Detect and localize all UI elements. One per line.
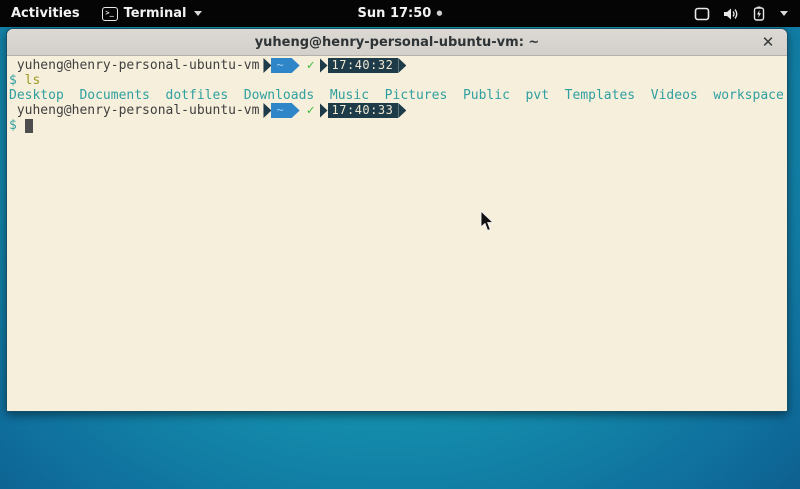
directory-name: Templates [565, 88, 635, 103]
directory-name: Pictures [385, 88, 448, 103]
shell-prompt-symbol: $ [9, 118, 17, 133]
prompt-time-segment: 17:40:32 [328, 58, 399, 73]
command-line: $ ls [9, 73, 785, 88]
powerline-prompt: ~ ✓ 17:40:33 [263, 103, 406, 118]
powerline-arrow-icon [320, 58, 328, 73]
notification-dot-icon: ● [436, 10, 442, 17]
prompt-path-segment: ~ [271, 58, 291, 73]
status-check-icon: ✓ [307, 58, 315, 73]
powerline-arrow-icon [263, 58, 271, 73]
ls-output-line: Desktop Documents dotfiles Downloads Mus… [9, 88, 785, 103]
powerline-arrow-icon [292, 103, 300, 118]
system-status-area[interactable] [694, 6, 800, 21]
prompt-user-host: yuheng@henry-personal-ubuntu-vm [9, 103, 259, 118]
prompt-path-segment: ~ [271, 103, 291, 118]
powerline-arrow-icon [263, 103, 271, 118]
directory-name: Downloads [244, 88, 314, 103]
typed-command: ls [25, 73, 41, 88]
directory-name: Public [463, 88, 510, 103]
prompt-time-segment: 17:40:33 [328, 103, 399, 118]
gnome-top-bar: Activities >_ Terminal Sun 17:50 ● [0, 0, 800, 27]
powerline-prompt: ~ ✓ 17:40:32 [263, 58, 406, 73]
prompt-line-2: yuheng@henry-personal-ubuntu-vm ~ ✓ 17:4… [9, 103, 785, 118]
directory-name: Desktop [9, 88, 64, 103]
status-check-icon: ✓ [307, 103, 315, 118]
terminal-app-icon: >_ [102, 7, 118, 21]
prompt-line-1: yuheng@henry-personal-ubuntu-vm ~ ✓ 17:4… [9, 58, 785, 73]
app-menu[interactable]: >_ Terminal [102, 6, 203, 21]
powerline-arrow-icon [398, 103, 406, 118]
app-menu-label: Terminal [124, 6, 187, 21]
terminal-cursor [25, 119, 33, 133]
prompt-user-host: yuheng@henry-personal-ubuntu-vm [9, 58, 259, 73]
directory-name: workspace [713, 88, 783, 103]
powerline-arrow-icon [292, 58, 300, 73]
battery-charging-icon [753, 6, 765, 21]
close-icon[interactable]: ✕ [758, 32, 778, 52]
system-menu-chevron-icon [780, 11, 788, 16]
volume-icon [723, 7, 740, 21]
activities-button[interactable]: Activities [11, 6, 80, 21]
chevron-down-icon [194, 11, 202, 16]
directory-name: pvt [526, 88, 549, 103]
directory-name: Documents [79, 88, 149, 103]
powerline-arrow-icon [398, 58, 406, 73]
window-title: yuheng@henry-personal-ubuntu-vm: ~ [255, 35, 540, 50]
directory-name: Music [330, 88, 369, 103]
mouse-pointer-icon [480, 211, 494, 232]
terminal-window: yuheng@henry-personal-ubuntu-vm: ~ ✕ yuh… [6, 28, 788, 412]
terminal-content[interactable]: yuheng@henry-personal-ubuntu-vm ~ ✓ 17:4… [7, 56, 787, 411]
directory-name: dotfiles [166, 88, 229, 103]
screen-share-icon [694, 7, 710, 21]
shell-prompt-symbol: $ [9, 73, 17, 88]
current-command-line: $ [9, 118, 785, 133]
clock[interactable]: Sun 17:50 [358, 6, 432, 21]
directory-name: Videos [651, 88, 698, 103]
window-title-bar[interactable]: yuheng@henry-personal-ubuntu-vm: ~ ✕ [7, 29, 787, 56]
powerline-arrow-icon [320, 103, 328, 118]
